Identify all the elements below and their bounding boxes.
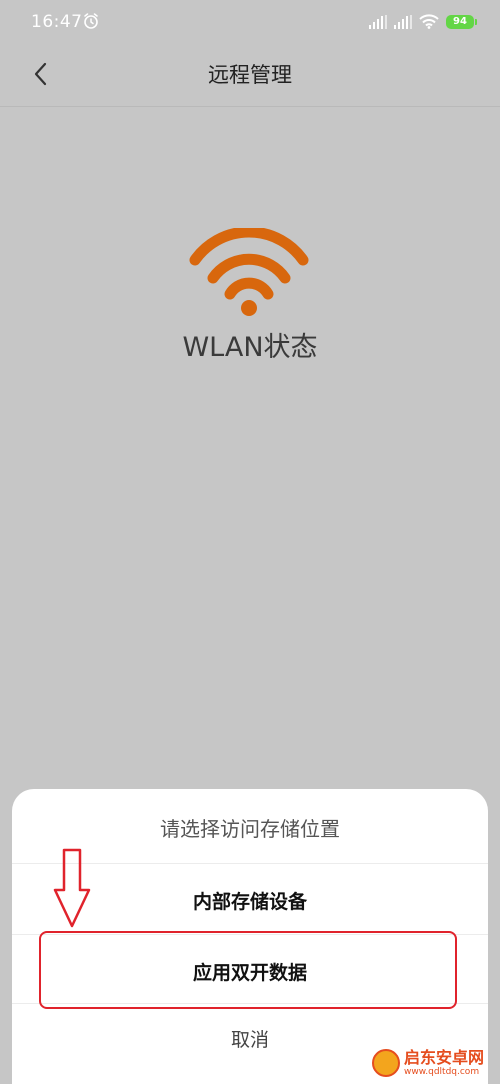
down-arrow-icon [53, 848, 91, 928]
battery-indicator: 94 [446, 14, 477, 29]
highlight-box [39, 931, 457, 1009]
alarm-clock-icon [84, 13, 98, 29]
wifi-status-icon [419, 14, 439, 29]
sheet-title: 请选择访问存储位置 [160, 817, 340, 841]
watermark-main-text: 启东安卓网 [404, 1047, 485, 1067]
status-icons: 94 [369, 14, 477, 29]
status-time: 16:47 [31, 12, 83, 32]
nav-bar: 远程管理 [0, 46, 500, 107]
watermark-text: 启东安卓网 www.qdltdq.com [404, 1047, 485, 1077]
signal-strength-icon [369, 14, 387, 29]
watermark: 启东安卓网 www.qdltdq.com [372, 1045, 484, 1081]
page-title: 远程管理 [208, 63, 292, 87]
wifi-icon [189, 228, 309, 316]
watermark-url: www.qdltdq.com [404, 1066, 480, 1077]
wlan-status-label: WLAN状态 [182, 332, 318, 363]
status-bar: 16:47 94 [0, 0, 500, 46]
signal-strength-icon-2 [394, 14, 412, 29]
watermark-logo-icon [372, 1049, 400, 1077]
